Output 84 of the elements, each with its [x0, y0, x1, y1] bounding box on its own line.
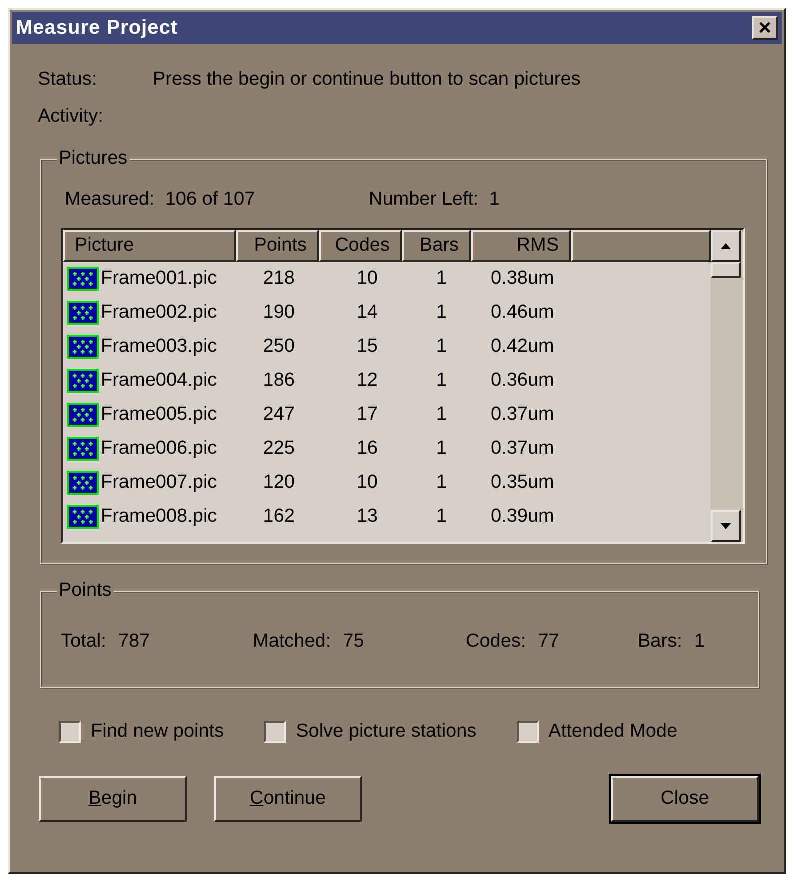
file-name: Frame006.pic — [101, 436, 218, 461]
table-cell-text: 0.39um — [490, 504, 556, 529]
column-header[interactable]: RMS — [471, 230, 571, 262]
status-label: Status: — [38, 68, 98, 92]
table-cell-text: 0.37um — [490, 436, 556, 461]
checkbox[interactable] — [516, 721, 539, 743]
table-cell-text: 0.38um — [490, 266, 556, 291]
option-checkbox[interactable]: Find new points — [59, 718, 224, 746]
file-name: Frame005.pic — [101, 402, 218, 427]
table-cell-text: 218 — [262, 266, 296, 291]
table-cell-text: 1 — [435, 334, 448, 359]
table-cell-text: 250 — [262, 334, 296, 359]
checkbox[interactable] — [59, 721, 81, 743]
column-header[interactable]: Picture — [63, 230, 236, 262]
option-label: Attended Mode — [548, 720, 678, 744]
scroll-up-icon[interactable] — [711, 230, 741, 262]
status-message: Press the begin or continue button to scan pictures — [153, 68, 581, 92]
stat-value: 77 — [538, 630, 560, 654]
column-header[interactable]: Bars — [402, 230, 471, 262]
stat-label: Matched: — [253, 630, 332, 654]
table-cell-text: 1 — [435, 402, 448, 427]
table-cell-text: 247 — [262, 402, 296, 427]
table-cell-text: 1 — [435, 368, 448, 393]
file-name: Frame007.pic — [101, 470, 218, 495]
dialog-button[interactable]: Begin — [39, 776, 187, 822]
stat-value: 787 — [118, 630, 150, 654]
picture-file-icon — [67, 301, 99, 325]
picture-file-icon — [67, 471, 99, 495]
scroll-down-icon[interactable] — [711, 510, 741, 542]
scrollbar[interactable] — [711, 230, 743, 542]
option-checkbox[interactable]: Solve picture stations — [264, 718, 477, 746]
picture-file-icon — [67, 267, 99, 291]
table-cell-text: 186 — [262, 368, 296, 393]
table-cell-text: 225 — [262, 436, 296, 461]
file-name: Frame008.pic — [101, 504, 218, 529]
table-cell-text: 13 — [356, 504, 379, 529]
measured-count: Measured: 106 of 107 — [65, 188, 256, 212]
table-cell-text: 1 — [435, 436, 448, 461]
table-cell-text: 162 — [262, 504, 296, 529]
table-cell-text: 0.35um — [490, 470, 556, 495]
window-title: Measure Project — [16, 16, 178, 41]
dialog-button[interactable]: Close — [611, 776, 759, 822]
file-name: Frame001.pic — [101, 266, 218, 291]
file-name: Frame002.pic — [101, 300, 218, 325]
table-cell-text: 1 — [435, 504, 448, 529]
close-button[interactable]: × — [752, 16, 778, 40]
table-cell-text: 190 — [262, 300, 296, 325]
table-cell-text: 120 — [262, 470, 296, 495]
column-header[interactable]: Codes — [319, 230, 402, 262]
picture-file-icon — [67, 437, 99, 461]
dialog-button[interactable]: Continue — [214, 776, 362, 822]
stat-label: Total: — [61, 630, 106, 654]
table-cell-text: 0.42um — [490, 334, 556, 359]
table-cell-text: 16 — [356, 436, 379, 461]
column-header[interactable]: Points — [236, 230, 319, 262]
picture-file-icon — [67, 335, 99, 359]
table-cell-text: 0.37um — [490, 402, 556, 427]
stat-value: 1 — [694, 630, 705, 654]
option-checkbox[interactable]: Attended Mode — [516, 718, 678, 746]
scroll-thumb[interactable] — [711, 262, 741, 278]
picture-file-icon — [67, 369, 99, 393]
table-cell-text: 17 — [356, 402, 379, 427]
table-cell-text: 15 — [356, 334, 379, 359]
picture-file-icon — [67, 403, 99, 427]
table-cell-text: 14 — [356, 300, 379, 325]
file-name: Frame004.pic — [101, 368, 218, 393]
number-left: Number Left: 1 — [369, 188, 500, 212]
table-cell-text: 10 — [356, 470, 379, 495]
table-cell-text: 10 — [356, 266, 379, 291]
table-cell-text: 1 — [435, 300, 448, 325]
stat-label: Codes: — [466, 630, 526, 654]
stat-label: Bars: — [638, 630, 682, 654]
option-label: Solve picture stations — [296, 720, 477, 744]
table-cell-text: 1 — [435, 470, 448, 495]
table-cell-text: 0.46um — [490, 300, 556, 325]
file-name: Frame003.pic — [101, 334, 218, 359]
activity-label: Activity: — [38, 104, 104, 129]
table-cell-text: 12 — [356, 368, 379, 393]
option-label: Find new points — [91, 720, 224, 744]
checkbox[interactable] — [264, 721, 286, 743]
table-cell-text: 1 — [435, 266, 448, 291]
stat-value: 75 — [343, 630, 364, 654]
picture-file-icon — [67, 505, 99, 529]
table-cell-text: 0.36um — [490, 368, 556, 393]
